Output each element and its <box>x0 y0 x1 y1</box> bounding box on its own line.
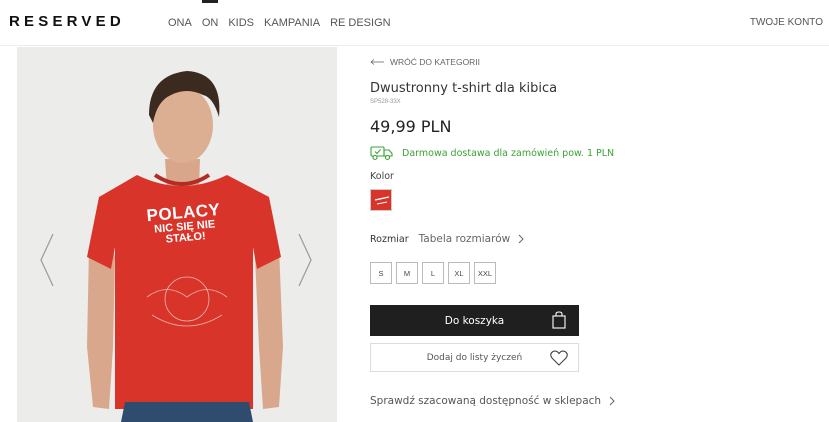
store-availability-label: Sprawdź szacowaną dostępność w sklepach <box>370 395 602 407</box>
brand-logo[interactable]: RESERVED <box>9 13 125 30</box>
nav-item-kampania[interactable]: KAMPANIA <box>264 17 320 29</box>
back-to-category-link[interactable]: WRÓĆ DO KATEGORII <box>370 57 480 67</box>
shopping-bag-icon <box>552 311 566 329</box>
nav-item-ona[interactable]: ONA <box>168 17 192 29</box>
account-link[interactable]: TWOJE KONTO <box>750 17 823 28</box>
chevron-right-icon <box>518 234 524 244</box>
store-availability-link[interactable]: Sprawdź szacowaną dostępność w sklepach <box>370 395 615 407</box>
add-to-cart-button[interactable]: Do koszyka <box>370 305 579 336</box>
size-option-xxl[interactable]: XXL <box>474 262 496 284</box>
size-selector: S M L XL XXL <box>370 262 496 284</box>
add-to-cart-label: Do koszyka <box>444 314 505 327</box>
add-to-wishlist-label: Dodaj do listy życzeń <box>426 352 523 363</box>
delivery-truck-icon <box>370 146 393 161</box>
gallery-next-button[interactable] <box>295 232 315 288</box>
nav-item-on[interactable]: ON <box>201 0 218 29</box>
size-option-xl[interactable]: XL <box>448 262 470 284</box>
back-label: WRÓĆ DO KATEGORII <box>390 57 481 67</box>
product-gallery: POLACY NIC SIĘ NIE STAŁO! <box>17 47 337 422</box>
delivery-text: Darmowa dostawa dla zamówień pow. 1 PLN <box>402 147 615 159</box>
size-table-link[interactable]: Tabela rozmiarów <box>419 233 525 245</box>
arrow-left-icon <box>370 59 384 65</box>
gallery-prev-button[interactable] <box>37 232 57 288</box>
chevron-right-icon <box>609 396 615 406</box>
product-title: Dwustronny t-shirt dla kibica <box>370 81 558 96</box>
size-label: Rozmiar <box>370 233 409 245</box>
main-nav: ONA ON KIDS KAMPANIA RE DESIGN <box>168 0 391 29</box>
size-option-s[interactable]: S <box>370 262 392 284</box>
product-sku: SP528-33X <box>370 99 401 105</box>
heart-icon <box>550 350 568 366</box>
nav-item-redesign[interactable]: RE DESIGN <box>330 17 391 29</box>
size-option-l[interactable]: L <box>422 262 444 284</box>
color-swatch-red[interactable] <box>370 189 392 211</box>
size-row: Rozmiar Tabela rozmiarów <box>370 233 524 245</box>
color-label: Kolor <box>370 171 394 182</box>
delivery-info: Darmowa dostawa dla zamówień pow. 1 PLN <box>370 145 614 161</box>
product-price: 49,99 PLN <box>370 117 452 136</box>
add-to-wishlist-button[interactable]: Dodaj do listy życzeń <box>370 343 579 372</box>
size-option-m[interactable]: M <box>396 262 418 284</box>
site-header: RESERVED ONA ON KIDS KAMPANIA RE DESIGN … <box>0 0 829 46</box>
color-swatch-thumbnail <box>371 190 391 210</box>
size-table-label: Tabela rozmiarów <box>418 233 511 245</box>
nav-item-kids[interactable]: KIDS <box>228 17 254 29</box>
